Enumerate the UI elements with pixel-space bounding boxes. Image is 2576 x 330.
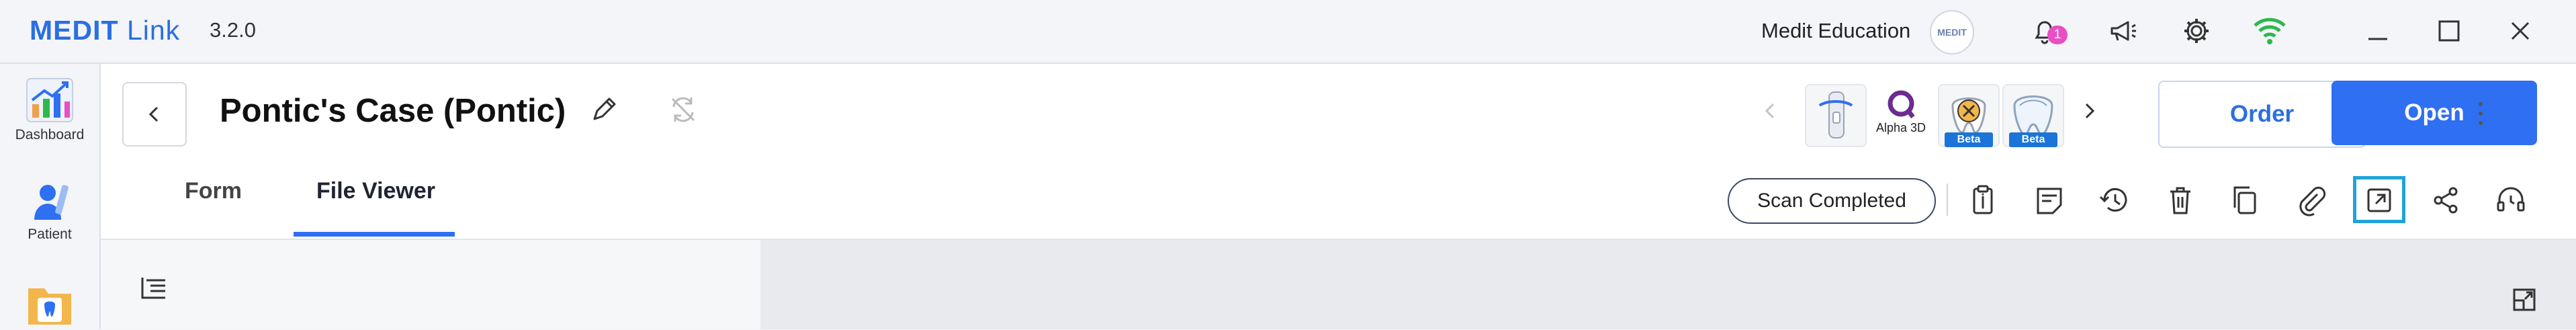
file-tree-panel	[101, 240, 760, 329]
support-headset-icon[interactable]	[2494, 183, 2528, 217]
viewer-panel	[760, 240, 2576, 329]
beta-badge: Beta	[1945, 132, 1993, 147]
trash-icon[interactable]	[2164, 183, 2197, 217]
chevron-left-icon[interactable]	[1760, 100, 1781, 122]
copy-icon[interactable]	[2228, 183, 2262, 217]
case-info-icon[interactable]	[1966, 183, 2000, 217]
export-icon[interactable]	[2362, 183, 2396, 217]
gear-icon[interactable]	[2180, 15, 2213, 47]
app-tile-scanner[interactable]	[1805, 84, 1867, 147]
megaphone-icon[interactable]	[2106, 15, 2139, 47]
sidebar: Dashboard Patient	[0, 64, 101, 329]
back-button[interactable]	[122, 82, 187, 147]
app-logo: MEDIT Link	[30, 15, 181, 46]
toolbar-divider	[1947, 183, 1948, 216]
sidebar-item-dashboard[interactable]: Dashboard	[0, 73, 99, 143]
case-header: Pontic's Case (Pontic) Alpha 3D Beta Bet…	[101, 64, 2576, 240]
beta-badge: Beta	[2009, 132, 2057, 147]
share-icon[interactable]	[2429, 183, 2462, 217]
expand-panel-icon[interactable]	[2510, 286, 2538, 314]
bell-icon[interactable]: 1	[2029, 15, 2068, 47]
app-tile-beta-1[interactable]: Beta	[1938, 84, 2000, 147]
sidebar-item-label: Dashboard	[15, 127, 85, 142]
more-options-icon[interactable]	[2474, 100, 2487, 127]
app-version: 3.2.0	[210, 18, 256, 42]
org-avatar[interactable]: MEDIT	[1930, 10, 1974, 54]
minimize-icon[interactable]	[2362, 15, 2394, 47]
app-label: Alpha 3D	[1875, 121, 1926, 134]
note-icon[interactable]	[2033, 183, 2066, 217]
chevron-right-icon[interactable]	[2078, 100, 2100, 122]
dashboard-chart-icon	[23, 73, 77, 127]
sync-disabled-icon	[668, 95, 698, 124]
title-bar: MEDIT Link 3.2.0 Medit Education MEDIT 1	[0, 0, 2576, 64]
maximize-icon[interactable]	[2433, 15, 2465, 47]
attachment-icon[interactable]	[2295, 183, 2328, 217]
wifi-icon	[2252, 15, 2286, 47]
app-tile-beta-2[interactable]: Beta	[2002, 84, 2064, 147]
sidebar-item-label: Patient	[28, 226, 72, 242]
alpha3d-app-icon	[1887, 90, 1915, 119]
scan-status-badge: Scan Completed	[1728, 178, 1936, 224]
edit-pencil-icon[interactable]	[589, 95, 619, 124]
history-icon[interactable]	[2098, 183, 2131, 217]
notification-count-badge: 1	[2047, 26, 2068, 44]
app-tile-alpha3d[interactable]: Alpha 3D	[1874, 87, 1928, 141]
chevron-left-icon	[148, 106, 159, 122]
tab-file-viewer[interactable]: File Viewer	[316, 178, 435, 204]
sidebar-item-patient[interactable]: Patient	[0, 179, 99, 243]
case-title: Pontic's Case (Pontic)	[220, 93, 566, 129]
tab-form[interactable]: Form	[185, 178, 242, 204]
active-tab-indicator	[294, 232, 455, 237]
patient-icon	[26, 179, 73, 226]
close-icon[interactable]	[2504, 15, 2536, 47]
case-folder-icon	[24, 279, 75, 330]
tree-list-icon[interactable]	[138, 274, 169, 304]
open-button[interactable]: Open	[2331, 81, 2537, 145]
sidebar-item-case[interactable]	[0, 279, 99, 330]
org-name[interactable]: Medit Education	[1761, 19, 1910, 43]
scanner-app-icon	[1818, 91, 1853, 138]
